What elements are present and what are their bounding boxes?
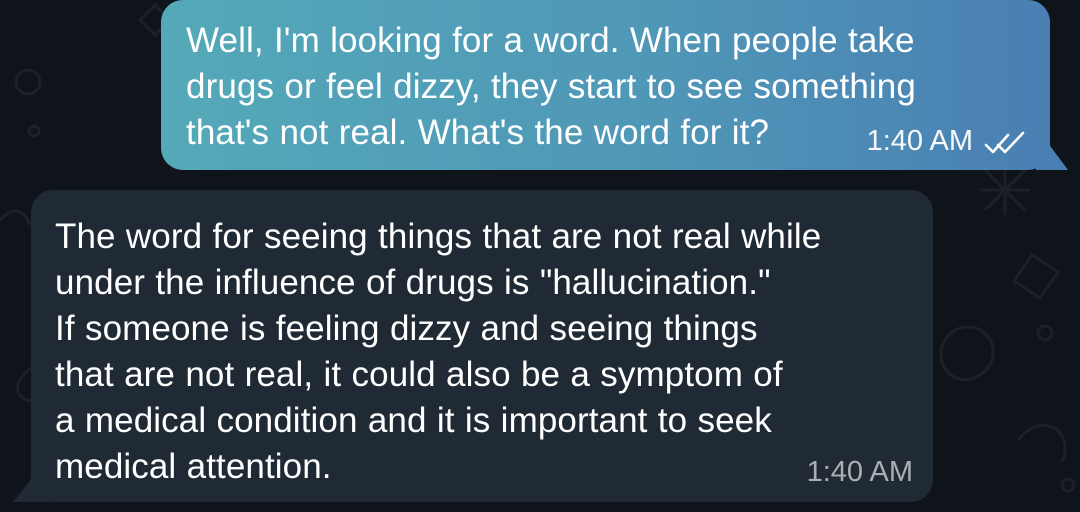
incoming-message-text: The word for seeing things that are not …: [55, 217, 822, 486]
outgoing-message-time: 1:40 AM: [866, 125, 973, 157]
incoming-message-time: 1:40 AM: [806, 456, 913, 488]
outgoing-message-bubble[interactable]: Well, I'm looking for a word. When peopl…: [161, 0, 1068, 170]
incoming-message-bubble[interactable]: The word for seeing things that are not …: [13, 190, 933, 502]
outgoing-message-meta: 1:40 AM: [867, 125, 1027, 158]
double-check-icon: [983, 130, 1027, 154]
